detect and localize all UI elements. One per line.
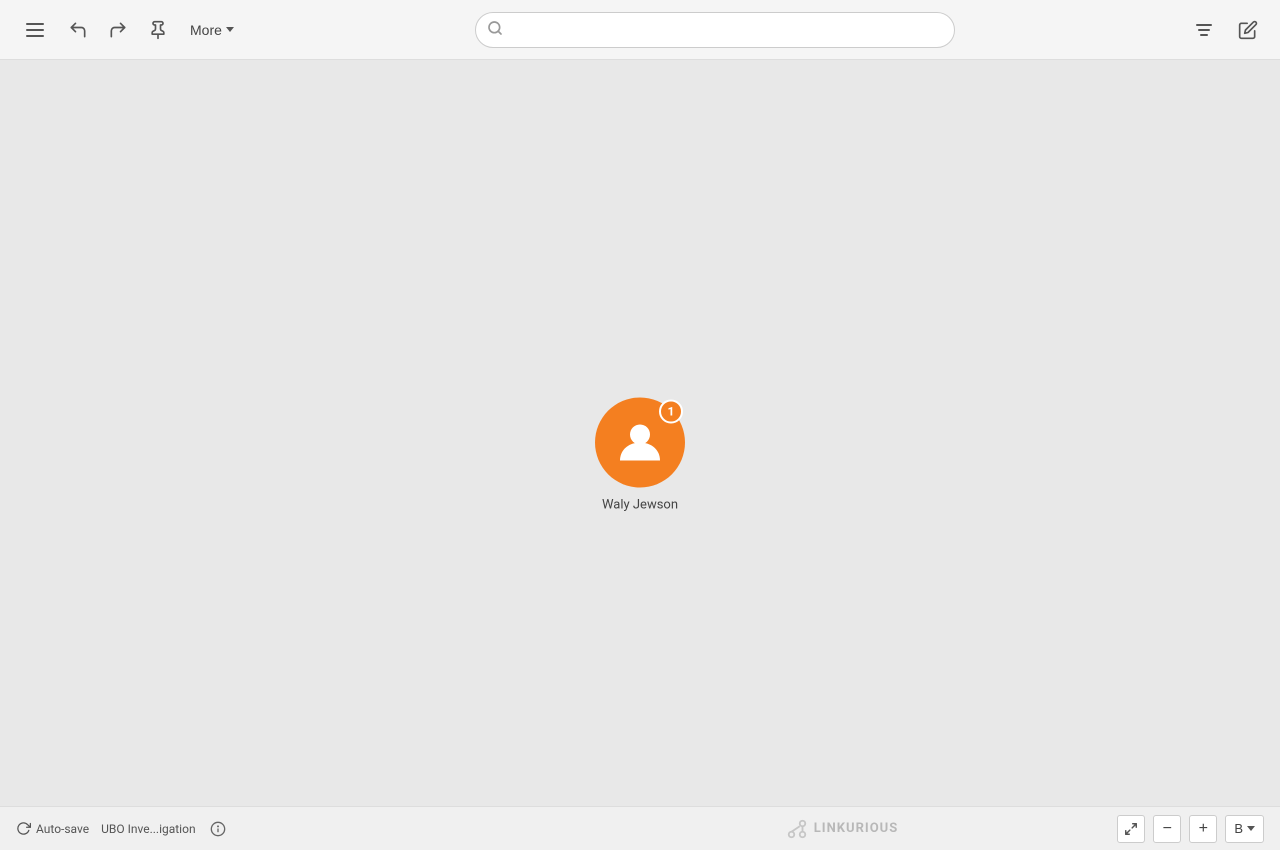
logo-text: LINKURIOUS: [814, 821, 899, 836]
autosave-label: Auto-save: [36, 822, 89, 836]
logo-graph-icon: [786, 818, 808, 840]
edit-button[interactable]: [1232, 14, 1264, 46]
info-button[interactable]: [208, 819, 228, 839]
layout-button[interactable]: B: [1225, 815, 1264, 843]
bottom-left: Auto-save UBO Inve...igation: [16, 819, 567, 839]
linkurious-logo: LINKURIOUS: [786, 818, 899, 840]
zoom-out-label: −: [1163, 820, 1172, 838]
investigation-label: UBO Inve...igation: [101, 822, 195, 836]
pin-button[interactable]: [142, 14, 174, 46]
node-container: 1 Waly Jewson: [595, 398, 685, 513]
redo-button[interactable]: [102, 14, 134, 46]
fit-view-button[interactable]: [1117, 815, 1145, 843]
pen-icon: [1238, 20, 1258, 40]
info-icon: [210, 821, 226, 837]
layout-label: B: [1234, 821, 1243, 836]
zoom-out-button[interactable]: −: [1153, 815, 1181, 843]
person-node-icon: [614, 417, 666, 469]
redo-icon: [108, 20, 128, 40]
bottombar: Auto-save UBO Inve...igation LINKURIOUS: [0, 806, 1280, 850]
toolbar-left: More: [16, 13, 242, 47]
pin-icon: [148, 20, 168, 40]
bottom-right: − + B: [1117, 815, 1264, 843]
fit-icon: [1124, 822, 1138, 836]
menu-button[interactable]: [16, 13, 54, 47]
toolbar-right: [1188, 14, 1264, 46]
zoom-in-button[interactable]: +: [1189, 815, 1217, 843]
filter-button[interactable]: [1188, 16, 1220, 44]
autosave-wrap: Auto-save: [16, 821, 89, 836]
zoom-in-label: +: [1199, 820, 1208, 838]
search-input[interactable]: [475, 12, 955, 48]
search-container: [475, 12, 955, 48]
chevron-down-icon: [226, 27, 234, 32]
bottom-center: LINKURIOUS: [567, 818, 1118, 840]
node-badge: 1: [659, 400, 683, 424]
canvas[interactable]: 1 Waly Jewson: [0, 60, 1280, 850]
toolbar-center: [250, 12, 1180, 48]
toolbar: More: [0, 0, 1280, 60]
autosave-icon: [16, 821, 31, 836]
hamburger-icon: [22, 19, 48, 41]
layout-chevron-icon: [1247, 826, 1255, 831]
more-label: More: [190, 22, 222, 38]
more-button[interactable]: More: [182, 16, 242, 44]
badge-count: 1: [668, 405, 675, 419]
node-circle[interactable]: 1: [595, 398, 685, 488]
undo-icon: [68, 20, 88, 40]
filter-icon: [1194, 22, 1214, 38]
undo-button[interactable]: [62, 14, 94, 46]
node-label: Waly Jewson: [602, 498, 678, 513]
